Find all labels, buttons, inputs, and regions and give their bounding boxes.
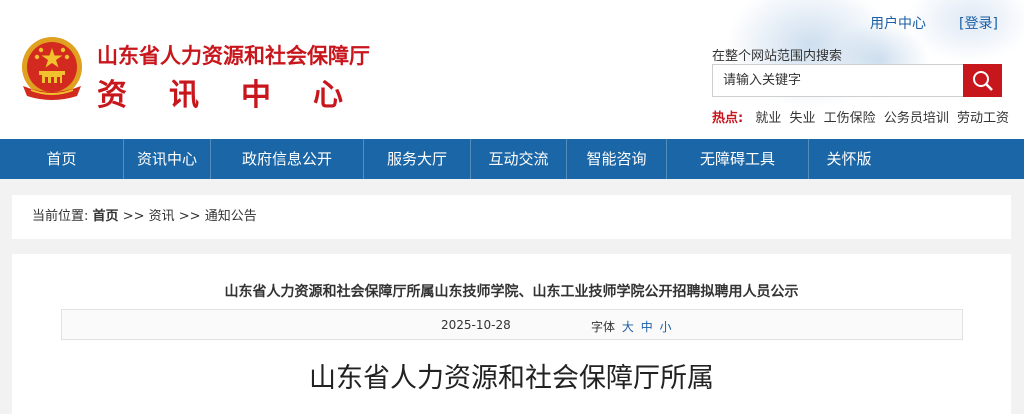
article-panel: 山东省人力资源和社会保障厅所属山东技师学院、山东工业技师学院公开招聘拟聘用人员公… bbox=[12, 254, 1011, 414]
nav-item-interaction[interactable]: 互动交流 bbox=[471, 139, 567, 179]
nav-item-service-hall[interactable]: 服务大厅 bbox=[364, 139, 471, 179]
search-hint: 在整个网站范围内搜索 bbox=[712, 49, 843, 64]
main-nav: 首页 资讯中心 政府信息公开 服务大厅 互动交流 智能咨询 无障碍工具 关怀版 bbox=[0, 139, 1024, 179]
national-emblem-icon bbox=[22, 37, 82, 100]
site-name: 山东省人力资源和社会保障厅 bbox=[97, 44, 370, 68]
nav-item-gov-info[interactable]: 政府信息公开 bbox=[211, 139, 364, 179]
hot-word-employment[interactable]: 就业 bbox=[755, 111, 781, 126]
search-icon bbox=[973, 71, 993, 91]
nav-item-news-center[interactable]: 资讯中心 bbox=[124, 139, 211, 179]
document-heading: 山东省人力资源和社会保障厅所属 bbox=[309, 363, 714, 394]
breadcrumb-notices[interactable]: 通知公告 bbox=[205, 209, 257, 224]
hot-word-civil-servant-training[interactable]: 公务员培训 bbox=[884, 111, 949, 126]
nav-item-care-mode[interactable]: 关怀版 bbox=[809, 139, 889, 179]
breadcrumb-separator: >> bbox=[122, 209, 145, 224]
hot-word-labor-wages[interactable]: 劳动工资 bbox=[957, 111, 1009, 126]
site-subtitle: 资讯中心 bbox=[97, 78, 385, 113]
hot-word-work-injury-insurance[interactable]: 工伤保险 bbox=[824, 111, 876, 126]
article-meta: 2025-10-28 字体 大 中 小 bbox=[61, 309, 963, 340]
article-title: 山东省人力资源和社会保障厅所属山东技师学院、山东工业技师学院公开招聘拟聘用人员公… bbox=[224, 284, 799, 300]
nav-item-home[interactable]: 首页 bbox=[0, 139, 124, 179]
nav-item-smart-consult[interactable]: 智能咨询 bbox=[567, 139, 667, 179]
search-button[interactable] bbox=[963, 64, 1002, 97]
user-center-link[interactable]: 用户中心 bbox=[870, 13, 926, 33]
login-link[interactable]: [登录] bbox=[959, 13, 998, 33]
font-size-small[interactable]: 小 bbox=[660, 320, 672, 334]
site-header: 山东省人力资源和社会保障厅 资讯中心 用户中心 [登录] 在整个网站范围内搜索 … bbox=[0, 0, 1024, 139]
font-size-medium[interactable]: 中 bbox=[641, 320, 653, 334]
breadcrumb-separator: >> bbox=[178, 209, 201, 224]
nav-item-accessibility[interactable]: 无障碍工具 bbox=[667, 139, 809, 179]
breadcrumb-news[interactable]: 资讯 bbox=[149, 209, 175, 224]
publish-date: 2025-10-28 bbox=[441, 318, 511, 332]
font-size-switcher: 字体 大 中 小 bbox=[591, 318, 672, 335]
breadcrumb-prefix: 当前位置: bbox=[32, 209, 89, 224]
font-size-large[interactable]: 大 bbox=[622, 320, 634, 334]
search-box bbox=[712, 64, 1002, 97]
hot-label: 热点: bbox=[712, 111, 744, 126]
hot-word-unemployment[interactable]: 失业 bbox=[790, 111, 816, 126]
breadcrumb: 当前位置: 首页 >> 资讯 >> 通知公告 bbox=[12, 195, 1011, 239]
search-input[interactable] bbox=[713, 65, 964, 96]
hot-words: 热点: 就业 失业 工伤保险 公务员培训 劳动工资 bbox=[712, 107, 1013, 126]
breadcrumb-home[interactable]: 首页 bbox=[93, 209, 119, 224]
font-size-label: 字体 bbox=[591, 320, 616, 334]
